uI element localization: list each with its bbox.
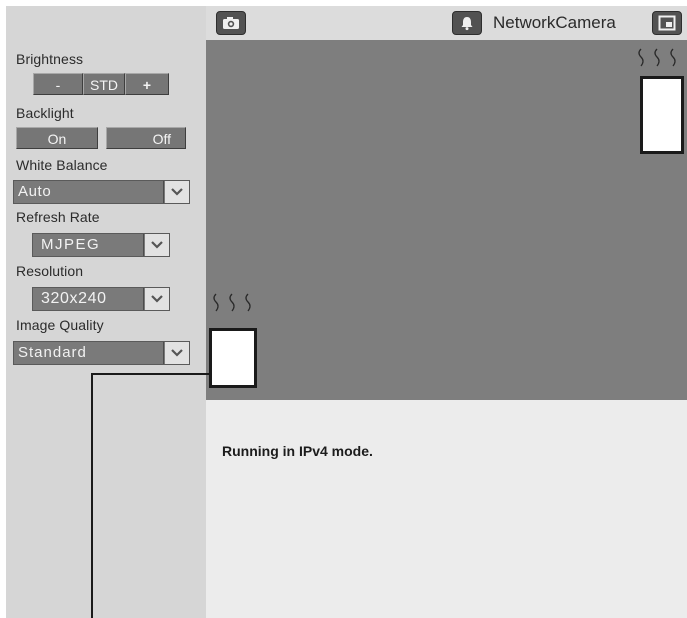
refresh-rate-label: Refresh Rate [16,209,100,225]
wavy-lines-icon [213,293,251,312]
camera-viewer-window: Brightness - STD + Backlight On Off Whit… [6,6,687,618]
bell-icon[interactable] [452,11,482,35]
leader-line-vertical [91,373,93,618]
control-panel: Brightness - STD + Backlight On Off Whit… [6,6,207,618]
camera-icon[interactable] [216,11,246,35]
image-quality-select[interactable]: Standard [13,341,190,365]
brightness-minus-button[interactable]: - [33,73,83,95]
video-display[interactable] [206,40,687,400]
resolution-select[interactable]: 320x240 [32,287,170,311]
status-area: Running in IPv4 mode. [206,400,687,618]
chevron-down-icon[interactable] [145,288,169,310]
brightness-std-button[interactable]: STD [83,73,125,95]
window-icon[interactable] [652,11,682,35]
leader-line-horizontal [91,373,211,375]
resolution-value: 320x240 [33,288,144,310]
white-balance-value: Auto [14,181,164,203]
top-bar: NetworkCamera [206,6,687,40]
image-quality-label: Image Quality [16,317,104,333]
wavy-lines-icon [638,48,676,67]
status-text: Running in IPv4 mode. [222,443,373,459]
white-balance-select[interactable]: Auto [13,180,190,204]
brightness-plus-button[interactable]: + [125,73,169,95]
backlight-label: Backlight [16,105,74,121]
chevron-down-icon[interactable] [145,234,169,256]
app-title: NetworkCamera [493,13,616,32]
white-balance-label: White Balance [16,157,108,173]
image-quality-value: Standard [14,342,164,364]
callout-box-top-right [640,76,684,154]
refresh-rate-select[interactable]: MJPEG [32,233,170,257]
backlight-off-button[interactable]: Off [106,127,186,149]
callout-box-bottom-left [209,328,257,388]
chevron-down-icon[interactable] [165,181,189,203]
refresh-rate-value: MJPEG [33,234,144,256]
brightness-label: Brightness [16,51,84,67]
resolution-label: Resolution [16,263,84,279]
backlight-on-button[interactable]: On [16,127,98,149]
chevron-down-icon[interactable] [165,342,189,364]
